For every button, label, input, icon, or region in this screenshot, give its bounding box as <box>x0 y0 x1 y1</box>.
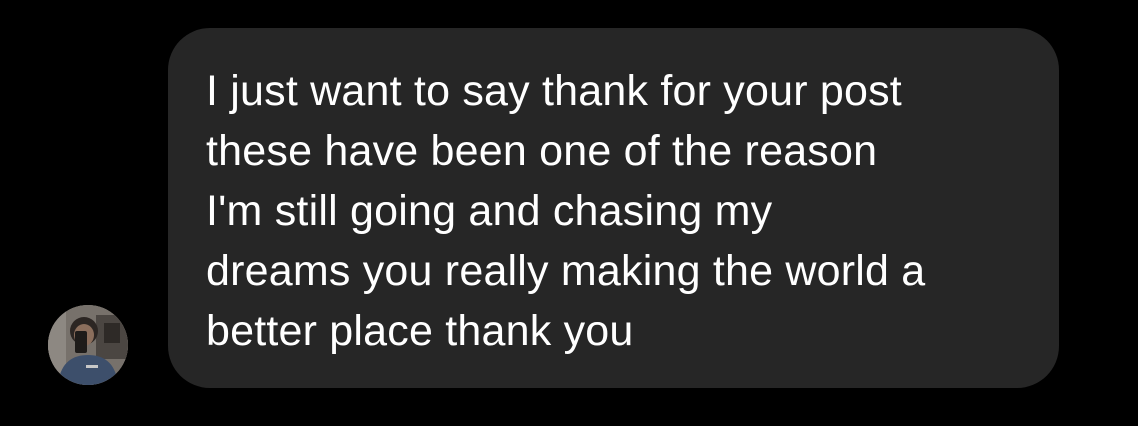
chat-thread: I just want to say thank for your post t… <box>0 0 1138 426</box>
profile-photo-icon <box>48 305 128 385</box>
message-text: I just want to say thank for your post t… <box>206 67 926 355</box>
sender-avatar[interactable] <box>48 305 128 385</box>
message-bubble[interactable]: I just want to say thank for your post t… <box>168 28 1059 388</box>
